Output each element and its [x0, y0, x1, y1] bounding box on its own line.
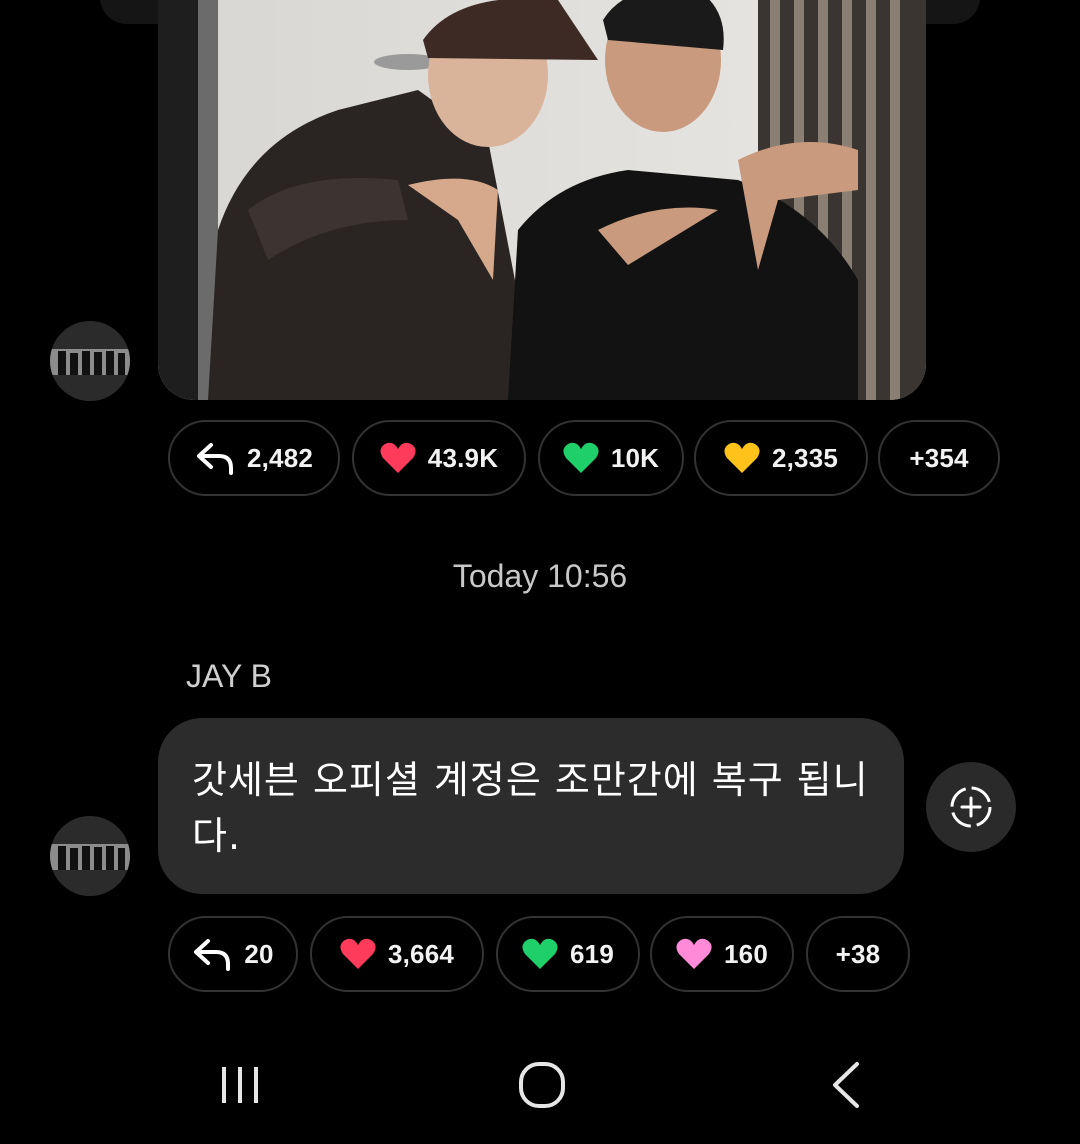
- yellow-heart-count: 2,335: [771, 442, 839, 473]
- pink-heart-count: 160: [724, 938, 768, 969]
- reaction-bar: 20 3,664 619 160 +38: [168, 916, 910, 996]
- red-heart-chip[interactable]: 43.9K: [352, 420, 526, 496]
- home-icon: [517, 1060, 567, 1110]
- green-heart-icon: [563, 442, 599, 474]
- red-heart-chip[interactable]: 3,664: [310, 916, 484, 992]
- reply-arrow-icon: [192, 937, 232, 971]
- green-heart-chip[interactable]: 10K: [538, 420, 684, 496]
- reaction-bar: 2,482 43.9K 10K 2,335 +354: [168, 420, 1000, 500]
- more-reactions-chip[interactable]: +354: [878, 420, 1000, 496]
- more-reactions-count: +38: [835, 938, 881, 969]
- reply-count: 20: [244, 938, 274, 969]
- chat-screen: 2,482 43.9K 10K 2,335 +354 Today 10:56 J…: [0, 0, 1080, 1144]
- recent-apps-button[interactable]: [180, 1040, 300, 1130]
- more-reactions-count: +354: [909, 442, 969, 473]
- add-reaction-icon: [948, 784, 994, 830]
- green-heart-icon: [522, 938, 558, 970]
- red-heart-count: 43.9K: [427, 442, 499, 473]
- pink-heart-chip[interactable]: 160: [650, 916, 794, 992]
- sender-avatar[interactable]: [50, 816, 130, 896]
- date-divider: Today 10:56: [452, 558, 628, 594]
- home-button[interactable]: [482, 1040, 602, 1130]
- yellow-heart-chip[interactable]: 2,335: [694, 420, 868, 496]
- red-heart-icon: [340, 938, 376, 970]
- reply-count: 2,482: [246, 442, 314, 473]
- recent-apps-icon: [218, 1063, 262, 1107]
- green-heart-count: 619: [570, 938, 614, 969]
- sender-avatar[interactable]: [50, 321, 130, 401]
- red-heart-icon: [380, 442, 416, 474]
- sender-name: JAY B: [186, 658, 272, 694]
- photo-message[interactable]: [158, 0, 926, 400]
- message-text: 갓세븐 오피셜 계정은 조만간에 복구 됩니다.: [192, 758, 869, 858]
- reply-chip[interactable]: 2,482: [168, 420, 340, 496]
- green-heart-count: 10K: [610, 442, 660, 473]
- reply-arrow-icon: [195, 441, 235, 475]
- back-icon: [829, 1060, 863, 1110]
- green-heart-chip[interactable]: 619: [496, 916, 640, 992]
- reply-chip[interactable]: 20: [168, 916, 298, 992]
- system-navigation-bar: [0, 1040, 1080, 1130]
- text-message[interactable]: 갓세븐 오피셜 계정은 조만간에 복구 됩니다.: [158, 718, 904, 894]
- add-reaction-button[interactable]: [926, 762, 1016, 852]
- pink-heart-icon: [676, 938, 712, 970]
- more-reactions-chip[interactable]: +38: [806, 916, 910, 992]
- yellow-heart-icon: [724, 442, 760, 474]
- back-button[interactable]: [786, 1040, 906, 1130]
- red-heart-count: 3,664: [387, 938, 455, 969]
